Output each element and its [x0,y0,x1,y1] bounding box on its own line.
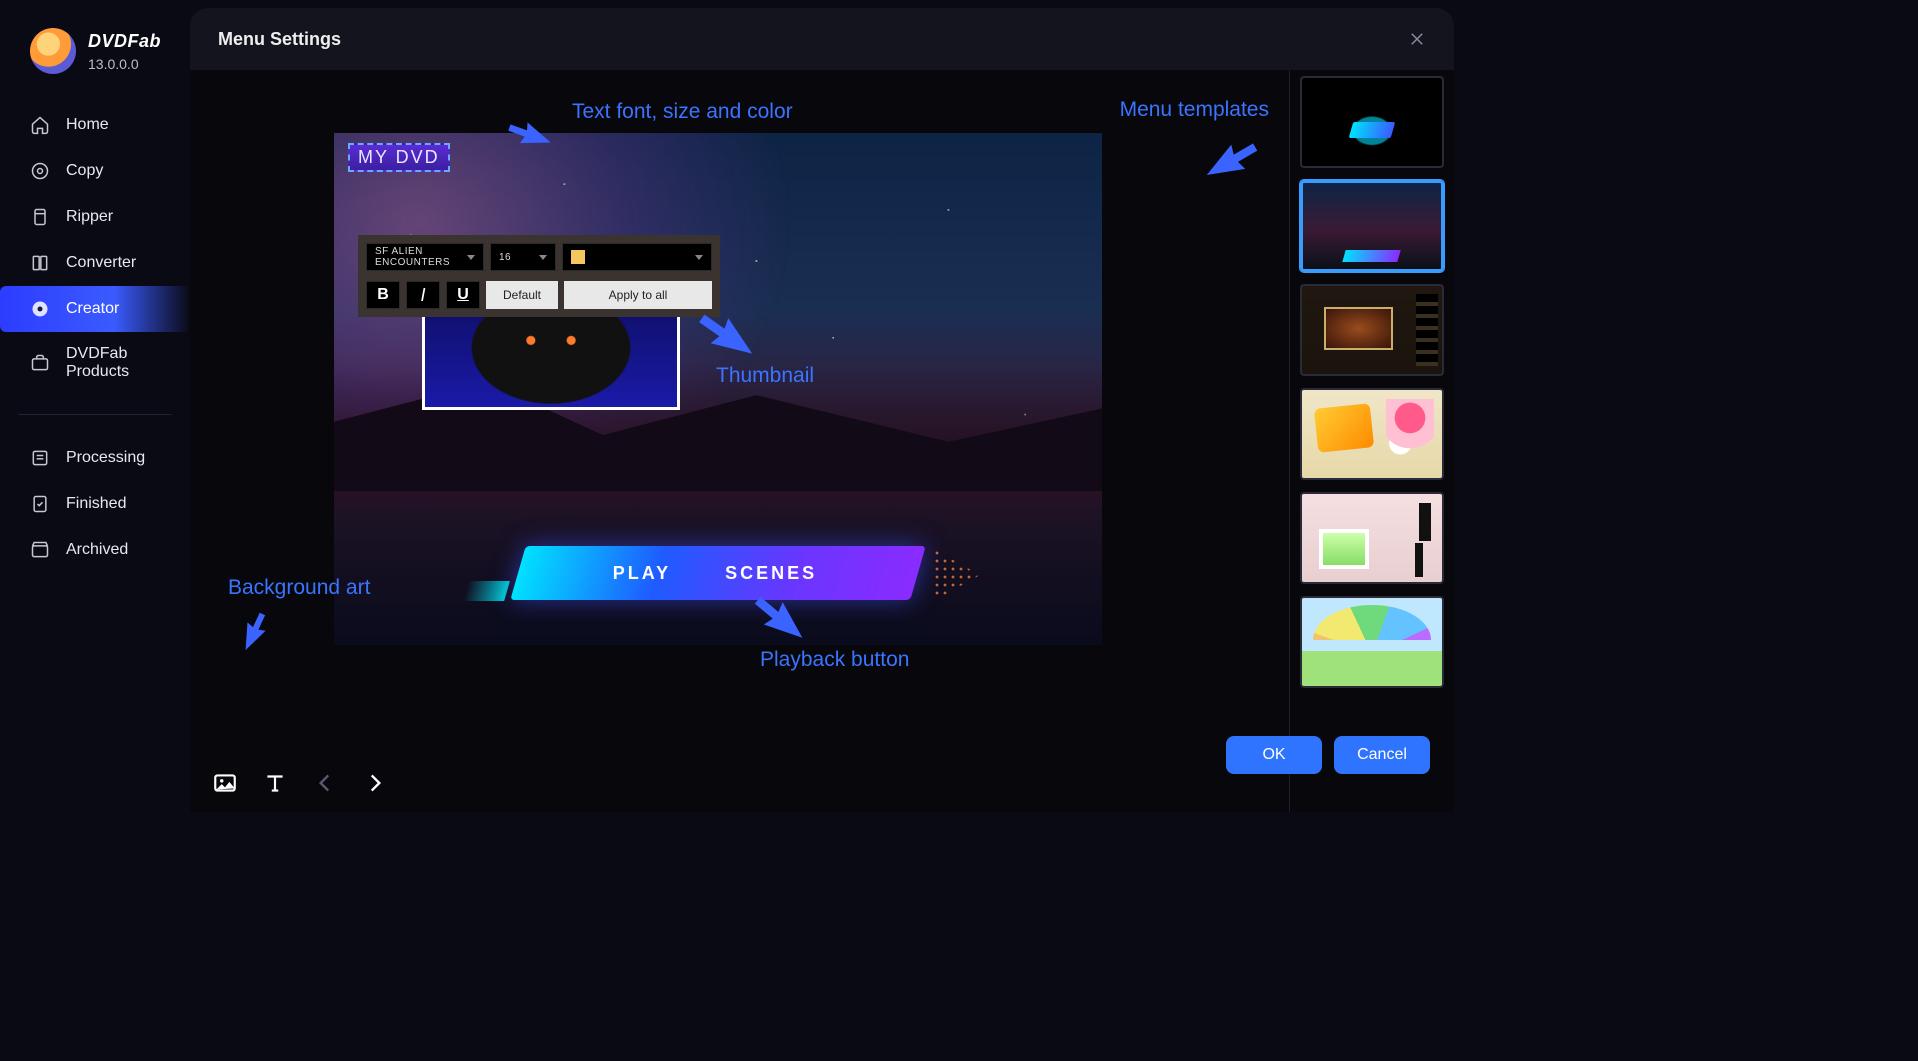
sidebar-item-finished[interactable]: Finished [0,481,190,527]
template-neon-dark[interactable] [1300,76,1444,168]
sidebar-item-home[interactable]: Home [0,102,190,148]
background-image-button[interactable] [212,770,238,796]
sidebar-item-converter[interactable]: Converter [0,240,190,286]
sidebar-item-label: Processing [66,449,145,467]
sidebar-item-label: DVDFab Products [66,345,172,381]
ripper-icon [30,207,50,227]
font-family-value: SF ALIEN ENCOUNTERS [375,246,467,268]
menu-settings-dialog: Menu Settings Text font, size and color … [190,8,1454,812]
cancel-button[interactable]: Cancel [1334,736,1430,774]
nav-divider [18,414,172,415]
sidebar-item-label: Creator [66,300,119,318]
app-brand: DVDFab 13.0.0.0 [0,28,190,102]
sidebar-item-archived[interactable]: Archived [0,527,190,573]
cancel-label: Cancel [1357,746,1407,764]
preview-bottom-toolbar [212,770,388,796]
text-tool-button[interactable] [262,770,288,796]
sidebar: DVDFab 13.0.0.0 Home Copy Rip [0,0,190,1061]
annotation-templates: Menu templates [1120,98,1269,122]
dvd-title-value: MY DVD [358,147,440,167]
template-wedding-pink[interactable] [1300,492,1444,584]
ok-label: OK [1262,746,1285,764]
apply-all-label: Apply to all [609,288,668,302]
sidebar-item-creator[interactable]: Creator [0,286,190,332]
font-color-select[interactable] [562,243,712,271]
italic-button[interactable]: I [406,281,440,309]
app-logo-icon [30,28,76,74]
default-button[interactable]: Default [486,281,558,309]
creator-icon [30,299,50,319]
font-family-select[interactable]: SF ALIEN ENCOUNTERS [366,243,484,271]
bold-button[interactable]: B [366,281,400,309]
dialog-header: Menu Settings [190,8,1454,70]
sidebar-item-label: Archived [66,541,128,559]
secondary-nav: Processing Finished Archived [0,435,190,573]
next-page-button[interactable] [362,770,388,796]
chevron-down-icon [695,255,703,260]
bold-label: B [377,286,389,304]
font-size-value: 16 [499,252,511,263]
primary-nav: Home Copy Ripper Converter [0,102,190,394]
sidebar-item-label: Finished [66,495,126,513]
template-nebula-landscape[interactable] [1300,180,1444,272]
arrow-icon [1195,127,1266,195]
template-list [1289,70,1454,812]
color-swatch-icon [571,250,585,264]
template-kids-rainbow[interactable] [1300,596,1444,688]
default-label: Default [503,288,541,302]
apply-to-all-button[interactable]: Apply to all [564,281,712,309]
sidebar-item-label: Ripper [66,208,113,226]
annotation-playback: Playback button [760,648,909,672]
preview-pane: Text font, size and color Menu templates… [190,70,1289,812]
close-button[interactable] [1408,30,1426,48]
ok-button[interactable]: OK [1226,736,1322,774]
sidebar-item-processing[interactable]: Processing [0,435,190,481]
converter-icon [30,253,50,273]
dialog-title: Menu Settings [218,29,341,50]
sidebar-item-label: Home [66,116,109,134]
sidebar-item-label: Converter [66,254,136,272]
sidebar-item-products[interactable]: DVDFab Products [0,332,190,394]
prev-page-button[interactable] [312,770,338,796]
italic-label: I [420,285,425,306]
archived-icon [30,540,50,560]
playback-bar[interactable]: PLAY SCENES [518,546,918,600]
play-button-label: PLAY [613,563,671,584]
sidebar-item-ripper[interactable]: Ripper [0,194,190,240]
dvd-title-text[interactable]: MY DVD [348,143,450,172]
template-film-reel[interactable] [1300,284,1444,376]
dialog-body: Text font, size and color Menu templates… [190,70,1454,812]
app-name: DVDFab [88,31,161,52]
underline-label: U [457,286,469,304]
copy-icon [30,161,50,181]
home-icon [30,115,50,135]
chevron-down-icon [467,255,475,260]
finished-icon [30,494,50,514]
arrow-icon [226,605,283,660]
underline-button[interactable]: U [446,281,480,309]
font-size-select[interactable]: 16 [490,243,556,271]
scenes-button-label: SCENES [725,563,817,584]
processing-icon [30,448,50,468]
playbar-accent-icon [463,581,509,601]
sidebar-item-copy[interactable]: Copy [0,148,190,194]
sidebar-item-label: Copy [66,162,103,180]
products-icon [30,353,50,373]
app-version: 13.0.0.0 [88,56,161,72]
text-format-toolbar: SF ALIEN ENCOUNTERS 16 [358,235,720,317]
chevron-down-icon [539,255,547,260]
template-birthday-party[interactable] [1300,388,1444,480]
annotation-text-font: Text font, size and color [572,100,793,124]
